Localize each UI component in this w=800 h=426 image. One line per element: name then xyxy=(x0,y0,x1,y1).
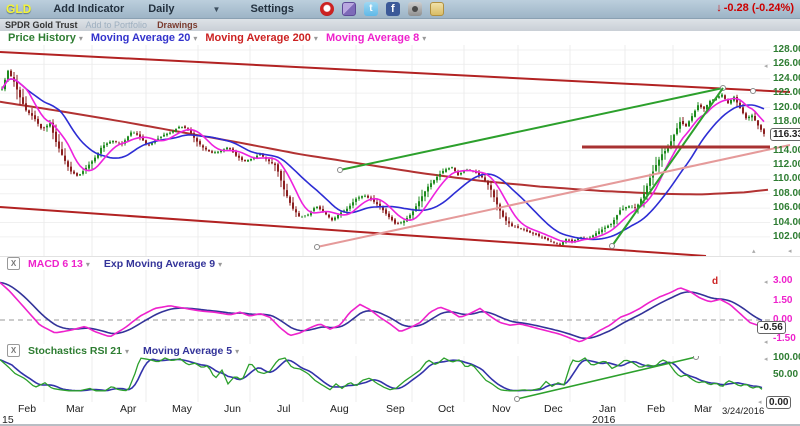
top-toolbar: GLD Add Indicator Daily ▼ Settings t f ↓… xyxy=(0,0,800,19)
indicator-label-macd-6-13[interactable]: MACD 6 13▾ xyxy=(28,258,90,270)
x-axis-end-date: 3/24/2016 xyxy=(722,406,764,417)
x-axis-month-label: Oct xyxy=(438,403,454,415)
x-axis-month-label: Apr xyxy=(120,403,136,415)
indicator-label-stochastics-rsi-21[interactable]: Stochastics RSI 21▾ xyxy=(28,345,129,357)
x-axis-month-label: May xyxy=(172,403,192,415)
price-axis-tick: 122.00 xyxy=(773,87,800,98)
x-axis-month-label: Jul xyxy=(277,403,290,415)
add-indicator-button[interactable]: Add Indicator xyxy=(53,3,124,15)
stoch-green-trendline-handle[interactable] xyxy=(515,397,520,402)
price-axis-tick: 108.00 xyxy=(773,188,800,199)
settings-button[interactable]: Settings xyxy=(250,3,293,15)
x-axis-month-label: Feb xyxy=(18,403,36,415)
stoch-value-box: 0.00 xyxy=(766,396,791,409)
symbol-subheader: SPDR Gold Trust Add to Portfolio Drawing… xyxy=(0,19,800,31)
chevron-down-icon[interactable]: ▾ xyxy=(422,34,426,43)
x-axis-month-label: Mar xyxy=(694,403,712,415)
x-axis-month-label: Dec xyxy=(544,403,563,415)
x-axis-month-label: Sep xyxy=(386,403,405,415)
drawings-link[interactable]: Drawings xyxy=(157,20,198,30)
ema9-line xyxy=(0,283,762,339)
chevron-down-icon[interactable]: ▾ xyxy=(79,34,83,43)
rising-green-trendline-handle[interactable] xyxy=(338,168,343,173)
scroll-up-arrow[interactable]: ▴ xyxy=(752,247,756,255)
price-axis-tick: 118.00 xyxy=(773,116,800,127)
chevron-down-icon[interactable]: ▾ xyxy=(125,347,129,356)
chevron-down-icon[interactable]: ▾ xyxy=(193,34,197,43)
price-axis-tick: 104.00 xyxy=(773,217,800,228)
stoch-axis-tick: 100.00 xyxy=(773,352,800,363)
legend-item-moving-average-200[interactable]: Moving Average 200▾ xyxy=(205,32,318,44)
price-panel-legend: Price History▾ Moving Average 20▾ Moving A… xyxy=(0,31,800,45)
toolbar-icons: t f xyxy=(320,2,444,16)
stoch-green-trendline-handle[interactable] xyxy=(694,356,699,360)
price-axis-tick: 124.00 xyxy=(773,73,800,84)
price-change-indicator: ↓-0.28 (-0.24%) xyxy=(716,2,794,14)
price-axis-tick: 102.00 xyxy=(773,231,800,242)
salmon-support-trendline-handle[interactable] xyxy=(315,245,320,250)
indicator-label-exp-moving-average-9[interactable]: Exp Moving Average 9▾ xyxy=(104,258,222,270)
x-axis-month-label: Feb xyxy=(647,403,665,415)
legend-item-price-history[interactable]: Price History▾ xyxy=(8,32,83,44)
price-axis-tick: 126.00 xyxy=(773,58,800,69)
chevron-down-icon[interactable]: ▼ xyxy=(213,5,221,14)
x-axis-month-label: Mar xyxy=(66,403,84,415)
panel-resize-arrow[interactable]: ◂ xyxy=(758,398,762,406)
price-axis-tick: 112.00 xyxy=(773,159,800,170)
legend-item-moving-average-20[interactable]: Moving Average 20▾ xyxy=(91,32,197,44)
chevron-down-icon[interactable]: ▾ xyxy=(86,260,90,269)
ticker-symbol: GLD xyxy=(6,2,31,16)
upper-channel-trendline[interactable] xyxy=(0,52,790,92)
macd-panel-header: X MACD 6 13▾ Exp Moving Average 9▾ xyxy=(0,257,790,270)
change-text: -0.28 (-0.24%) xyxy=(724,2,794,14)
cube-icon[interactable] xyxy=(342,2,356,16)
x-axis-month-label: Nov xyxy=(492,403,511,415)
macd-axis-tick: 3.00 xyxy=(773,275,792,286)
lower-channel-trendline[interactable] xyxy=(0,207,706,256)
down-arrow-icon: ↓ xyxy=(716,2,722,14)
macd-value-box: -0.56 xyxy=(757,321,786,334)
facebook-icon[interactable]: f xyxy=(386,2,400,16)
panel-resize-arrow[interactable]: ◂ xyxy=(764,338,768,346)
price-chart xyxy=(0,45,800,256)
rising-green-trendline[interactable] xyxy=(340,88,723,170)
steep-green-trendline-handle[interactable] xyxy=(610,244,615,249)
macd-annotation: d xyxy=(712,276,718,287)
price-axis-tick: 128.00 xyxy=(773,44,800,55)
stamp-icon[interactable] xyxy=(430,2,444,16)
chevron-down-icon[interactable]: ▾ xyxy=(235,347,239,356)
stoch-line xyxy=(0,358,762,391)
chevron-down-icon[interactable]: ▾ xyxy=(218,260,222,269)
panel-resize-arrow[interactable]: ◂ xyxy=(764,278,768,286)
x-axis-month-label: Jun xyxy=(224,403,241,415)
scroll-left-arrow[interactable]: ◂ xyxy=(788,247,792,255)
period-select[interactable]: Daily xyxy=(148,3,174,15)
camera-icon[interactable] xyxy=(408,2,422,16)
down-candle-bodies xyxy=(10,71,765,245)
panel-resize-arrow[interactable]: ◂ xyxy=(764,355,768,363)
charting-app: GLD Add Indicator Daily ▼ Settings t f ↓… xyxy=(0,0,800,426)
chevron-down-icon[interactable]: ▾ xyxy=(314,34,318,43)
close-panel-button[interactable]: X xyxy=(7,257,20,270)
fund-name: SPDR Gold Trust xyxy=(5,20,78,30)
price-axis-tick: 110.00 xyxy=(773,173,800,184)
stoch-chart xyxy=(0,356,800,402)
price-axis-tick: 106.00 xyxy=(773,202,800,213)
legend-item-moving-average-8[interactable]: Moving Average 8▾ xyxy=(326,32,426,44)
macd-axis-tick: 1.50 xyxy=(773,295,792,306)
price-axis-tick: 120.00 xyxy=(773,102,800,113)
upper-channel-trendline-handle[interactable] xyxy=(751,89,756,94)
panel-resize-arrow[interactable]: ◂ xyxy=(764,62,768,70)
stoch-axis-tick: 50.00 xyxy=(773,369,798,380)
twitter-icon[interactable]: t xyxy=(364,2,378,16)
macd-axis-tick: -1.50 xyxy=(773,333,796,344)
indicator-label-moving-average-5[interactable]: Moving Average 5▾ xyxy=(143,345,239,357)
last-price-box: 116.33 xyxy=(770,128,800,141)
alert-icon[interactable] xyxy=(320,2,334,16)
macd-chart xyxy=(0,270,800,345)
x-axis-month-label: Aug xyxy=(330,403,349,415)
add-to-portfolio-link[interactable]: Add to Portfolio xyxy=(86,20,148,30)
price-axis-tick: 114.00 xyxy=(773,145,800,156)
